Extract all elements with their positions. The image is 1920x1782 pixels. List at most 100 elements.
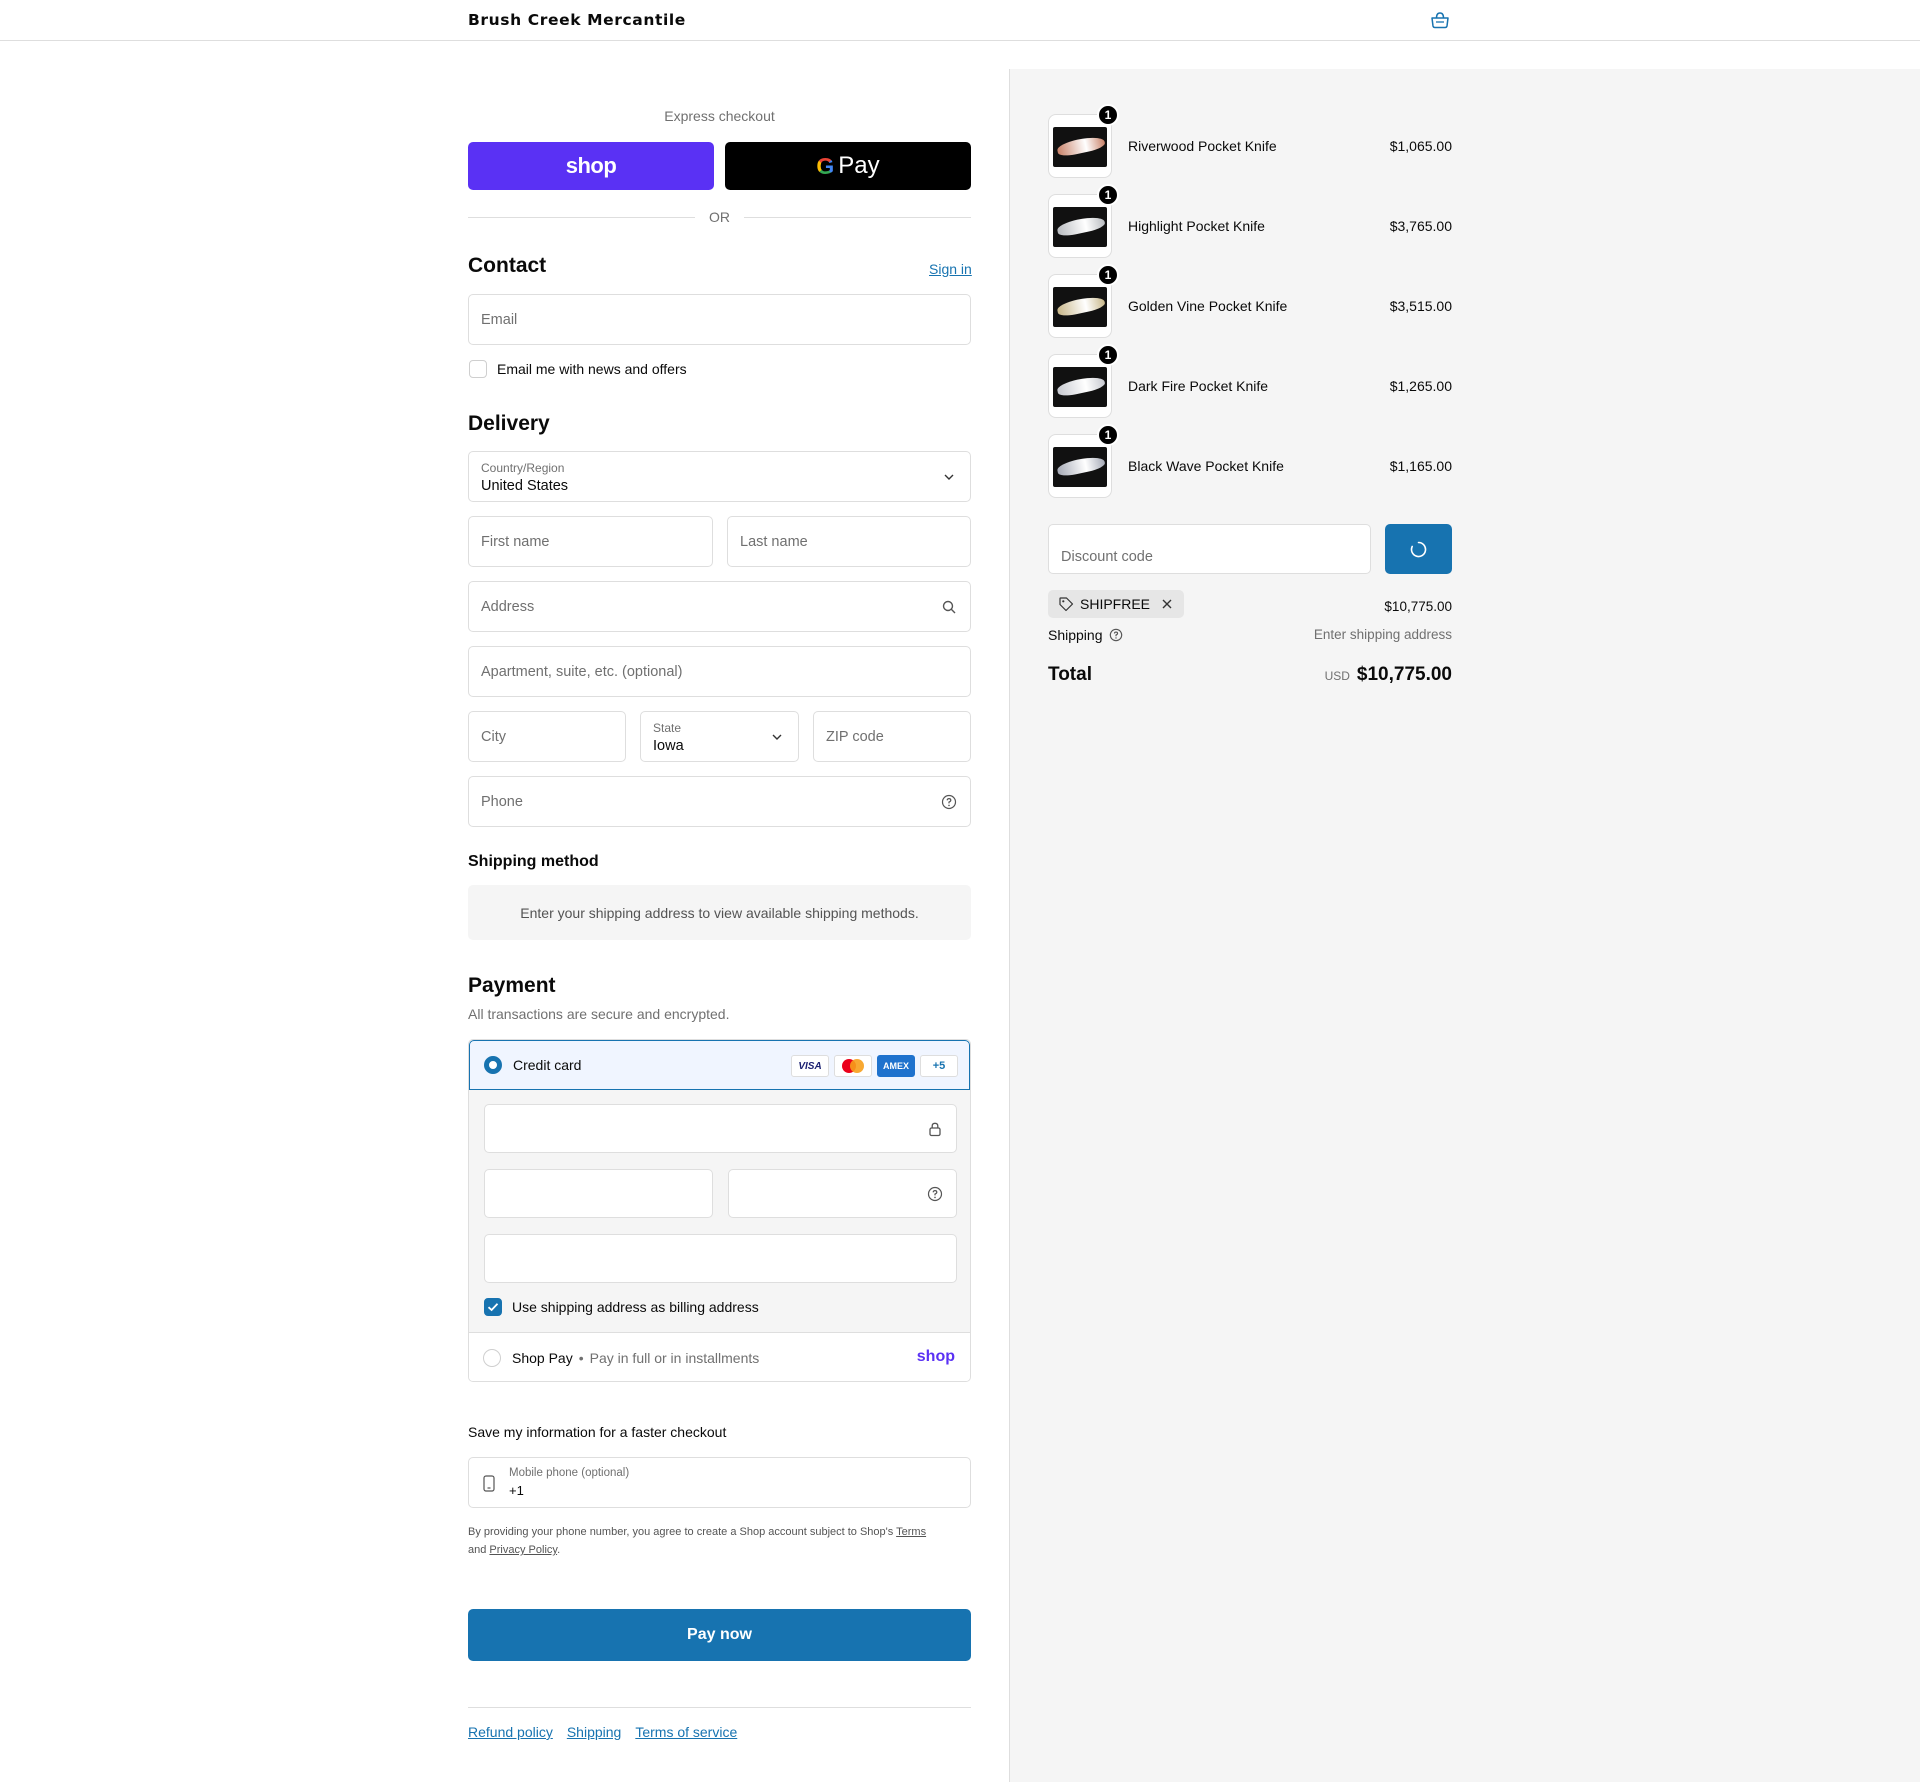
contact-title: Contact [468, 254, 547, 277]
shipping-row: Shipping [1048, 627, 1123, 643]
expiration-date-field[interactable] [484, 1169, 713, 1218]
product-image: 1 [1048, 264, 1119, 338]
shipping-link[interactable]: Shipping [567, 1724, 622, 1740]
discount-tag: SHIPFREE [1048, 590, 1185, 618]
shop-pay-radio[interactable] [483, 1349, 501, 1367]
checkmark-icon [487, 1303, 499, 1312]
credit-card-option[interactable]: Credit card VISA AMEX +5 [469, 1040, 970, 1090]
shipping-method-title: Shipping method [468, 853, 599, 870]
credit-card-label: Credit card [513, 1057, 582, 1073]
city-placeholder: City [481, 728, 506, 745]
phone-field[interactable]: Phone [468, 776, 971, 827]
quantity-badge: 1 [1097, 264, 1119, 286]
footer-divider [468, 1707, 971, 1708]
news-label: Email me with news and offers [497, 361, 687, 377]
google-pay-label: Pay [838, 152, 880, 179]
email-placeholder: Email [481, 311, 518, 328]
card-number-field[interactable] [484, 1104, 957, 1153]
discount-code-field[interactable]: Discount code [1048, 524, 1371, 574]
knife-blade [1056, 294, 1106, 318]
address-field[interactable]: Address [468, 581, 971, 632]
terms-of-service-link[interactable]: Terms of service [635, 1724, 737, 1740]
close-icon[interactable] [1160, 597, 1174, 611]
shop-pay-button[interactable]: shop [468, 142, 714, 190]
payment-methods: Credit card VISA AMEX +5 Use shipping ad… [468, 1039, 971, 1382]
email-field[interactable]: Email [468, 294, 971, 345]
phone-placeholder: Phone [481, 793, 523, 810]
product-price: $3,765.00 [1389, 218, 1452, 234]
knife-blade [1056, 454, 1106, 478]
payment-subtitle: All transactions are secure and encrypte… [468, 1006, 730, 1022]
credit-card-radio[interactable] [484, 1056, 502, 1074]
first-name-placeholder: First name [481, 533, 550, 550]
quantity-badge: 1 [1097, 344, 1119, 366]
refund-policy-link[interactable]: Refund policy [468, 1724, 553, 1740]
header: Brush Creek Mercantile [0, 0, 1920, 41]
help-icon[interactable] [927, 1186, 943, 1202]
state-label: State [653, 721, 682, 735]
name-on-card-field[interactable] [484, 1234, 957, 1283]
product-image: 1 [1048, 184, 1119, 258]
product-image: 1 [1048, 424, 1119, 498]
state-select[interactable]: State Iowa [640, 711, 799, 762]
mobile-phone-field[interactable]: Mobile phone (optional) +1 [468, 1457, 971, 1508]
product-price: $1,065.00 [1389, 138, 1452, 154]
product-name: Highlight Pocket Knife [1128, 218, 1265, 234]
country-value: United States [481, 478, 569, 494]
save-info-title: Save my information for a faster checkou… [468, 1424, 727, 1440]
more-cards-badge: +5 [920, 1055, 958, 1077]
discount-tag-label: SHIPFREE [1080, 596, 1151, 612]
sign-in-link[interactable]: Sign in [929, 261, 972, 277]
tag-icon [1059, 597, 1074, 612]
total-label: Total [1048, 664, 1092, 685]
product-price: $3,515.00 [1389, 298, 1452, 314]
terms-link[interactable]: Terms [896, 1526, 926, 1538]
mobile-phone-icon [483, 1475, 495, 1492]
news-checkbox[interactable] [469, 360, 487, 378]
discount-code-placeholder: Discount code [1061, 549, 1153, 565]
shop-logo: shop [916, 1348, 955, 1365]
knife-blade [1056, 374, 1106, 398]
billing-address-checkbox[interactable] [484, 1298, 502, 1316]
chevron-down-icon [772, 734, 782, 740]
footer-links: Refund policy Shipping Terms of service [468, 1724, 737, 1740]
product-name: Riverwood Pocket Knife [1128, 138, 1277, 154]
google-g-icon: G [816, 152, 835, 179]
google-pay-button[interactable]: G Pay [725, 142, 971, 190]
city-field[interactable]: City [468, 711, 626, 762]
store-name[interactable]: Brush Creek Mercantile [468, 11, 686, 29]
pay-now-button[interactable]: Pay now [468, 1609, 971, 1661]
shop-pay-separator: • [578, 1350, 584, 1366]
terms-text: By providing your phone number, you agre… [468, 1526, 894, 1538]
total-amount: USD $10,775.00 [1325, 664, 1452, 686]
delivery-title: Delivery [468, 412, 550, 435]
country-select[interactable]: Country/Region United States [468, 451, 971, 502]
product-image: 1 [1048, 104, 1119, 178]
quantity-badge: 1 [1097, 104, 1119, 126]
last-name-field[interactable]: Last name [727, 516, 971, 567]
state-value: Iowa [653, 738, 684, 754]
product-price: $1,165.00 [1389, 458, 1452, 474]
help-icon[interactable] [1109, 628, 1123, 642]
mobile-phone-label: Mobile phone (optional) [509, 1467, 630, 1479]
line-item: 1 Golden Vine Pocket Knife $3,515.00 [1048, 264, 1452, 338]
address-placeholder: Address [481, 598, 535, 615]
apply-discount-button[interactable] [1385, 524, 1452, 574]
apartment-field[interactable]: Apartment, suite, etc. (optional) [468, 646, 971, 697]
security-code-field[interactable] [728, 1169, 957, 1218]
search-icon [942, 600, 956, 613]
product-image: 1 [1048, 344, 1119, 418]
express-checkout-title: Express checkout [664, 108, 775, 124]
bag-icon[interactable] [1430, 11, 1450, 29]
line-item: 1 Dark Fire Pocket Knife $1,265.00 [1048, 344, 1452, 418]
privacy-policy-link[interactable]: Privacy Policy [489, 1544, 557, 1556]
shop-logo: shop [565, 153, 617, 178]
product-name: Dark Fire Pocket Knife [1128, 378, 1269, 394]
first-name-field[interactable]: First name [468, 516, 713, 567]
shop-pay-option[interactable]: Shop Pay • Pay in full or in installment… [469, 1332, 970, 1381]
credit-card-form: Use shipping address as billing address [469, 1090, 970, 1370]
help-icon[interactable] [941, 794, 957, 810]
last-name-placeholder: Last name [740, 533, 808, 550]
zip-field[interactable]: ZIP code [813, 711, 971, 762]
product-name: Golden Vine Pocket Knife [1128, 298, 1288, 314]
